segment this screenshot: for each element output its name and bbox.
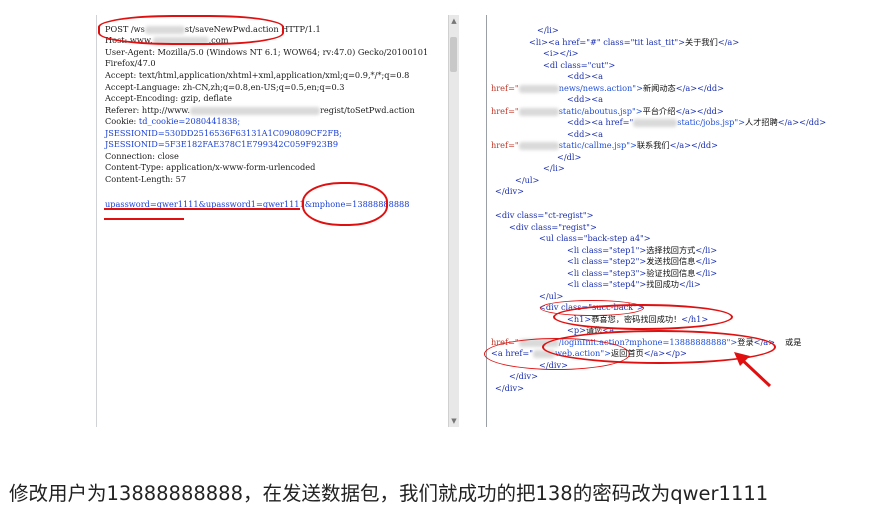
user-agent-cont: Firefox/47.0 — [105, 58, 156, 68]
code-line: <div class="regist"> — [509, 222, 597, 232]
request-scrollbar[interactable]: ▲ ▼ — [448, 15, 459, 427]
session-id-2: JSESSIONID=5F3E182FAE378C1E799342C059F92… — [105, 139, 339, 149]
accept-encoding-line: Accept-Encoding: gzip, deflate — [105, 93, 232, 103]
scroll-thumb[interactable] — [450, 37, 457, 72]
code-line: <dd><a href=" static/jobs.jsp">人才招聘</a></… — [567, 117, 827, 127]
step-line: <li class="step2">发送找回信息</li> — [567, 256, 718, 266]
code-line: </ul> — [539, 291, 564, 301]
code-line: <li><a href="#" class="tit last_tit">关于我… — [529, 37, 740, 47]
request-pane[interactable]: POST /ws st/saveNewPwd.action HTTP/1.1 Ho… — [96, 15, 459, 427]
code-line: </li> — [543, 163, 565, 173]
annotation-ring-home — [484, 338, 630, 370]
annotation-underline-body — [104, 208, 300, 210]
code-line: </div> — [509, 371, 538, 381]
step-line: <li class="step3">验证找回信息</li> — [567, 268, 718, 278]
code-line: </div> — [495, 186, 524, 196]
content-type-line: Content-Type: application/x-www-form-url… — [105, 162, 316, 172]
code-line: href=" static/aboutus.jsp">平台介绍</a></dd> — [491, 106, 724, 116]
referer-line: Referer: http://www. regist/toSetPwd.acti… — [105, 105, 415, 115]
code-line: href=" news/news.action">新闻动态</a></dd> — [491, 83, 725, 93]
code-line: <dl class="cut"> — [543, 60, 616, 70]
code-line: </ul> — [515, 175, 540, 185]
code-line: <dd><a — [567, 71, 603, 81]
annotation-underline-body-2 — [104, 218, 184, 220]
code-line: <i></i> — [543, 48, 579, 58]
session-id-1: JSESSIONID=530DD2516536F63131A1C090809CF… — [105, 128, 342, 138]
user-agent-line: User-Agent: Mozilla/5.0 (Windows NT 6.1;… — [105, 47, 429, 57]
step-line: <li class="step1">选择找回方式</li> — [567, 245, 718, 255]
accept-language-line: Accept-Language: zh-CN,zh;q=0.8,en-US;q=… — [105, 82, 345, 92]
code-line: <div class="ct-regist"> — [495, 210, 594, 220]
code-line: <dd><a — [567, 94, 603, 104]
accept-line: Accept: text/html,application/xhtml+xml,… — [105, 70, 410, 80]
content-length-line: Content-Length: 57 — [105, 174, 187, 184]
annotation-ring-phone — [302, 182, 388, 226]
annotation-ring-succ-back — [540, 300, 644, 316]
cookie-line: Cookie: td_cookie=2080441838; — [105, 116, 241, 126]
connection-line: Connection: close — [105, 151, 179, 161]
code-line: </div> — [495, 383, 524, 393]
scroll-down-icon[interactable]: ▼ — [450, 416, 458, 426]
step-line: <li class="step4">找回成功</li> — [567, 279, 701, 289]
code-line: href=" static/callme.jsp">联系我们</a></dd> — [491, 140, 718, 150]
annotation-arrow-icon — [734, 352, 772, 388]
code-line: <ul class="back-step a4"> — [539, 233, 651, 243]
caption: 修改用户为13888888888，在发送数据包，我们就成功的把138的密码改为q… — [9, 482, 769, 505]
code-line: </li> — [537, 25, 559, 35]
code-line: </dl> — [557, 152, 582, 162]
code-line: <dd><a — [567, 129, 603, 139]
scroll-up-icon[interactable]: ▲ — [450, 16, 458, 26]
annotation-ring-endpoint — [98, 15, 284, 45]
screenshot: POST /ws st/saveNewPwd.action HTTP/1.1 Ho… — [0, 0, 888, 440]
